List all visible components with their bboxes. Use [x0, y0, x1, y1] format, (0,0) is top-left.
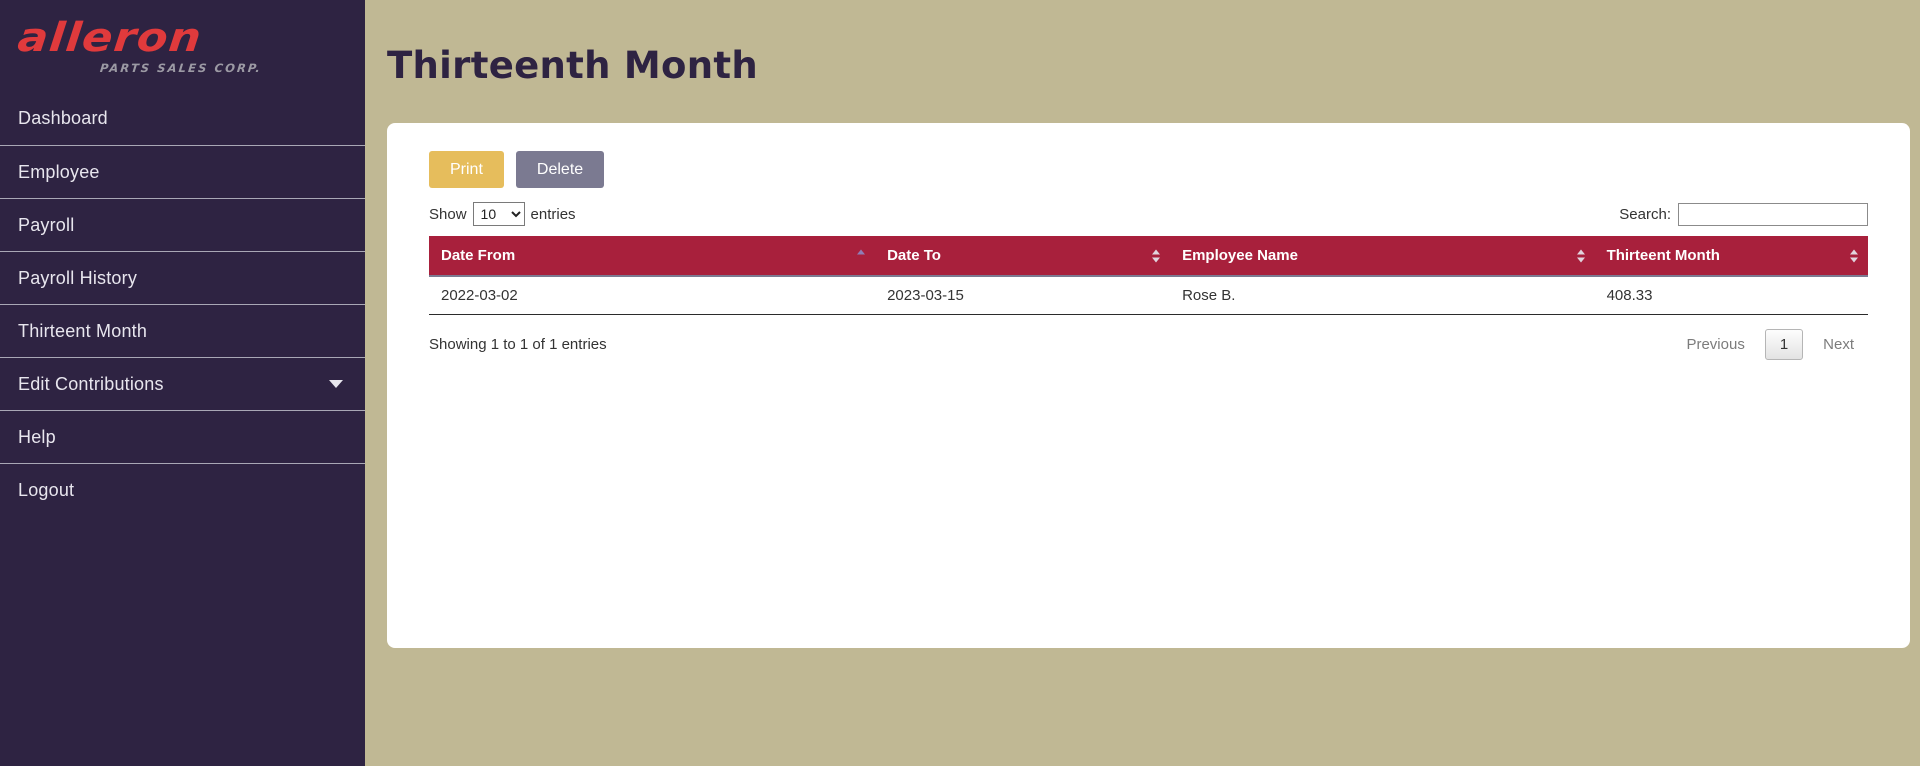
sidebar-item-label: Employee [18, 161, 100, 182]
pagination-page-1[interactable]: 1 [1764, 329, 1804, 361]
page-length-select[interactable]: 10 25 50 100 [472, 202, 525, 227]
print-button[interactable]: Print [429, 151, 504, 189]
sort-both-icon [1152, 248, 1161, 263]
sort-ascending-icon [857, 248, 866, 263]
sidebar-item-payroll[interactable]: Payroll [0, 198, 365, 251]
column-header-label: Employee Name [1182, 247, 1298, 265]
pagination-previous[interactable]: Previous [1672, 329, 1758, 360]
sidebar: alleron PARTS SALES CORP. Dashboard Empl… [0, 0, 365, 766]
pagination-next[interactable]: Next [1809, 329, 1868, 360]
table-head: Date From Date To Employee Name Thirteen… [429, 236, 1868, 278]
sort-both-icon [1850, 248, 1859, 263]
brand-name: alleron [15, 14, 205, 61]
entries-label: entries [530, 205, 576, 223]
cell-date-from: 2022-03-02 [429, 276, 876, 316]
delete-button[interactable]: Delete [515, 151, 605, 189]
content-card: Print Delete Show 10 25 50 100 entries S… [387, 123, 1910, 648]
column-header-employee-name[interactable]: Employee Name [1170, 236, 1595, 278]
thirteenth-month-table: Date From Date To Employee Name Thirteen… [429, 236, 1868, 316]
sidebar-item-label: Help [18, 426, 56, 447]
column-header-thirteent-month[interactable]: Thirteent Month [1594, 236, 1868, 278]
cell-thirteent-month: 408.33 [1594, 276, 1868, 316]
table-body: 2022-03-02 2023-03-15 Rose B. 408.33 [429, 276, 1868, 316]
show-label: Show [429, 205, 467, 223]
sidebar-item-label: Dashboard [18, 108, 108, 128]
column-header-label: Thirteent Month [1606, 247, 1720, 265]
sidebar-item-logout[interactable]: Logout [0, 463, 365, 516]
cell-employee-name: Rose B. [1170, 276, 1595, 316]
table-header-row: Date From Date To Employee Name Thirteen… [429, 236, 1868, 278]
page-length-control: Show 10 25 50 100 entries [429, 202, 576, 227]
sidebar-item-dashboard[interactable]: Dashboard [0, 92, 365, 145]
sort-both-icon [1576, 248, 1586, 263]
search-control: Search: [1619, 203, 1868, 227]
sidebar-item-label: Edit Contributions [18, 373, 164, 394]
brand-tagline: PARTS SALES CORP. [99, 60, 263, 75]
page-title: Thirteenth Month [387, 44, 759, 87]
sidebar-item-label: Logout [18, 479, 75, 500]
search-input[interactable] [1678, 203, 1868, 227]
table-controls: Show 10 25 50 100 entries Search: [429, 202, 1868, 227]
app-root: alleron PARTS SALES CORP. Dashboard Empl… [0, 0, 1920, 766]
pagination: Previous 1 Next [1672, 329, 1868, 361]
column-header-label: Date From [441, 247, 516, 265]
table-footer: Showing 1 to 1 of 1 entries Previous 1 N… [429, 329, 1868, 361]
search-label: Search: [1619, 206, 1671, 224]
main-content: Thirteenth Month Print Delete Show 10 25… [365, 0, 1920, 766]
cell-date-to: 2023-03-15 [875, 276, 1171, 316]
sidebar-item-label: Payroll [18, 214, 75, 235]
table-info: Showing 1 to 1 of 1 entries [429, 336, 607, 354]
sidebar-nav: Dashboard Employee Payroll Payroll Histo… [0, 92, 365, 516]
sidebar-item-edit-contributions[interactable]: Edit Contributions [0, 357, 365, 410]
sidebar-item-employee[interactable]: Employee [0, 145, 365, 198]
action-toolbar: Print Delete [429, 151, 1868, 189]
brand-logo[interactable]: alleron PARTS SALES CORP. [0, 0, 365, 92]
column-header-label: Date To [887, 247, 941, 265]
sidebar-item-payroll-history[interactable]: Payroll History [0, 251, 365, 304]
sidebar-item-label: Payroll History [18, 267, 138, 288]
chevron-down-icon [329, 380, 343, 388]
column-header-date-from[interactable]: Date From [429, 236, 876, 278]
table-row[interactable]: 2022-03-02 2023-03-15 Rose B. 408.33 [429, 276, 1868, 316]
column-header-date-to[interactable]: Date To [875, 236, 1171, 278]
sidebar-item-label: Thirteent Month [18, 320, 148, 341]
sidebar-item-thirteent-month[interactable]: Thirteent Month [0, 304, 365, 357]
sidebar-item-help[interactable]: Help [0, 410, 365, 463]
